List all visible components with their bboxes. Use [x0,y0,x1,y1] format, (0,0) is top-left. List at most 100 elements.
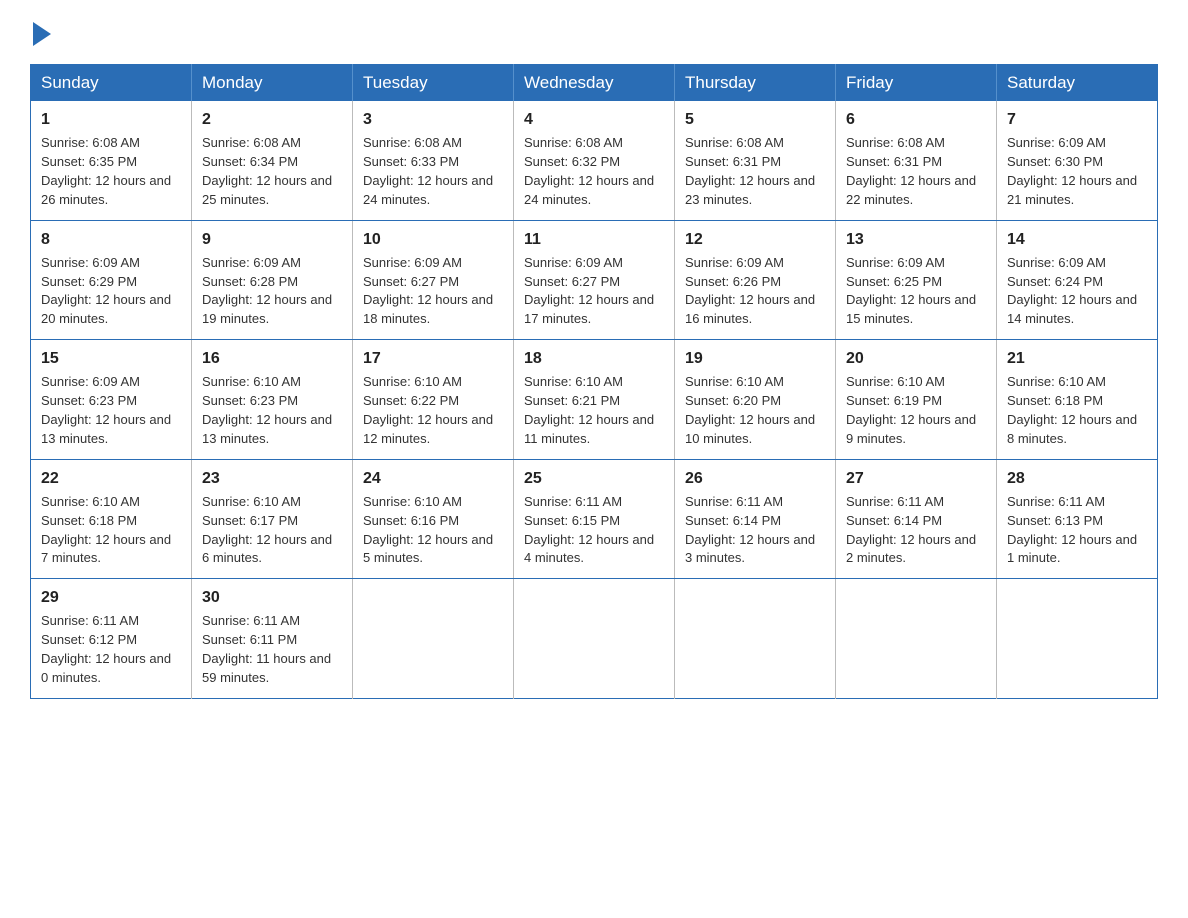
day-info: Sunrise: 6:10 AMSunset: 6:19 PMDaylight:… [846,374,976,446]
day-number: 27 [846,467,986,490]
day-number: 7 [1007,108,1147,131]
day-number: 2 [202,108,342,131]
day-info: Sunrise: 6:08 AMSunset: 6:35 PMDaylight:… [41,135,171,207]
day-number: 28 [1007,467,1147,490]
day-info: Sunrise: 6:09 AMSunset: 6:27 PMDaylight:… [363,255,493,327]
day-info: Sunrise: 6:10 AMSunset: 6:22 PMDaylight:… [363,374,493,446]
day-info: Sunrise: 6:10 AMSunset: 6:23 PMDaylight:… [202,374,332,446]
day-info: Sunrise: 6:08 AMSunset: 6:31 PMDaylight:… [685,135,815,207]
day-number: 18 [524,347,664,370]
header-friday: Friday [836,65,997,102]
header-monday: Monday [192,65,353,102]
calendar-table: SundayMondayTuesdayWednesdayThursdayFrid… [30,64,1158,699]
calendar-cell: 20 Sunrise: 6:10 AMSunset: 6:19 PMDaylig… [836,340,997,460]
day-info: Sunrise: 6:11 AMSunset: 6:13 PMDaylight:… [1007,494,1137,566]
day-info: Sunrise: 6:09 AMSunset: 6:29 PMDaylight:… [41,255,171,327]
header-thursday: Thursday [675,65,836,102]
day-number: 25 [524,467,664,490]
calendar-cell: 1 Sunrise: 6:08 AMSunset: 6:35 PMDayligh… [31,101,192,220]
calendar-cell: 18 Sunrise: 6:10 AMSunset: 6:21 PMDaylig… [514,340,675,460]
day-number: 14 [1007,228,1147,251]
calendar-cell: 12 Sunrise: 6:09 AMSunset: 6:26 PMDaylig… [675,220,836,340]
calendar-cell: 29 Sunrise: 6:11 AMSunset: 6:12 PMDaylig… [31,579,192,699]
calendar-header-row: SundayMondayTuesdayWednesdayThursdayFrid… [31,65,1158,102]
day-number: 20 [846,347,986,370]
day-number: 12 [685,228,825,251]
day-info: Sunrise: 6:10 AMSunset: 6:20 PMDaylight:… [685,374,815,446]
calendar-cell: 23 Sunrise: 6:10 AMSunset: 6:17 PMDaylig… [192,459,353,579]
calendar-cell [514,579,675,699]
logo [30,20,54,46]
calendar-cell: 22 Sunrise: 6:10 AMSunset: 6:18 PMDaylig… [31,459,192,579]
day-info: Sunrise: 6:11 AMSunset: 6:14 PMDaylight:… [685,494,815,566]
day-info: Sunrise: 6:09 AMSunset: 6:30 PMDaylight:… [1007,135,1137,207]
day-number: 3 [363,108,503,131]
day-info: Sunrise: 6:09 AMSunset: 6:27 PMDaylight:… [524,255,654,327]
day-number: 8 [41,228,181,251]
logo-arrow-icon [33,22,51,46]
day-number: 5 [685,108,825,131]
calendar-cell: 16 Sunrise: 6:10 AMSunset: 6:23 PMDaylig… [192,340,353,460]
day-info: Sunrise: 6:08 AMSunset: 6:34 PMDaylight:… [202,135,332,207]
calendar-cell: 28 Sunrise: 6:11 AMSunset: 6:13 PMDaylig… [997,459,1158,579]
page-header [30,20,1158,46]
day-info: Sunrise: 6:10 AMSunset: 6:16 PMDaylight:… [363,494,493,566]
header-saturday: Saturday [997,65,1158,102]
day-info: Sunrise: 6:08 AMSunset: 6:31 PMDaylight:… [846,135,976,207]
day-info: Sunrise: 6:11 AMSunset: 6:12 PMDaylight:… [41,613,171,685]
calendar-cell [675,579,836,699]
day-number: 19 [685,347,825,370]
calendar-week-row: 15 Sunrise: 6:09 AMSunset: 6:23 PMDaylig… [31,340,1158,460]
calendar-cell: 14 Sunrise: 6:09 AMSunset: 6:24 PMDaylig… [997,220,1158,340]
calendar-cell: 7 Sunrise: 6:09 AMSunset: 6:30 PMDayligh… [997,101,1158,220]
day-number: 1 [41,108,181,131]
day-info: Sunrise: 6:09 AMSunset: 6:25 PMDaylight:… [846,255,976,327]
calendar-cell: 10 Sunrise: 6:09 AMSunset: 6:27 PMDaylig… [353,220,514,340]
calendar-cell: 4 Sunrise: 6:08 AMSunset: 6:32 PMDayligh… [514,101,675,220]
calendar-cell [353,579,514,699]
calendar-cell: 17 Sunrise: 6:10 AMSunset: 6:22 PMDaylig… [353,340,514,460]
day-info: Sunrise: 6:09 AMSunset: 6:24 PMDaylight:… [1007,255,1137,327]
day-number: 22 [41,467,181,490]
calendar-cell: 8 Sunrise: 6:09 AMSunset: 6:29 PMDayligh… [31,220,192,340]
day-number: 16 [202,347,342,370]
day-number: 23 [202,467,342,490]
day-info: Sunrise: 6:11 AMSunset: 6:11 PMDaylight:… [202,613,331,685]
day-info: Sunrise: 6:10 AMSunset: 6:21 PMDaylight:… [524,374,654,446]
day-number: 13 [846,228,986,251]
calendar-cell: 21 Sunrise: 6:10 AMSunset: 6:18 PMDaylig… [997,340,1158,460]
header-wednesday: Wednesday [514,65,675,102]
day-info: Sunrise: 6:08 AMSunset: 6:32 PMDaylight:… [524,135,654,207]
calendar-week-row: 8 Sunrise: 6:09 AMSunset: 6:29 PMDayligh… [31,220,1158,340]
day-number: 9 [202,228,342,251]
calendar-cell: 30 Sunrise: 6:11 AMSunset: 6:11 PMDaylig… [192,579,353,699]
day-info: Sunrise: 6:10 AMSunset: 6:18 PMDaylight:… [41,494,171,566]
calendar-cell [836,579,997,699]
calendar-cell: 5 Sunrise: 6:08 AMSunset: 6:31 PMDayligh… [675,101,836,220]
calendar-cell: 13 Sunrise: 6:09 AMSunset: 6:25 PMDaylig… [836,220,997,340]
calendar-cell: 26 Sunrise: 6:11 AMSunset: 6:14 PMDaylig… [675,459,836,579]
calendar-cell: 25 Sunrise: 6:11 AMSunset: 6:15 PMDaylig… [514,459,675,579]
day-number: 29 [41,586,181,609]
day-info: Sunrise: 6:11 AMSunset: 6:15 PMDaylight:… [524,494,654,566]
day-info: Sunrise: 6:11 AMSunset: 6:14 PMDaylight:… [846,494,976,566]
day-info: Sunrise: 6:09 AMSunset: 6:26 PMDaylight:… [685,255,815,327]
day-number: 26 [685,467,825,490]
calendar-cell [997,579,1158,699]
calendar-cell: 27 Sunrise: 6:11 AMSunset: 6:14 PMDaylig… [836,459,997,579]
day-info: Sunrise: 6:09 AMSunset: 6:23 PMDaylight:… [41,374,171,446]
day-number: 10 [363,228,503,251]
day-info: Sunrise: 6:08 AMSunset: 6:33 PMDaylight:… [363,135,493,207]
day-number: 15 [41,347,181,370]
day-info: Sunrise: 6:10 AMSunset: 6:17 PMDaylight:… [202,494,332,566]
calendar-week-row: 22 Sunrise: 6:10 AMSunset: 6:18 PMDaylig… [31,459,1158,579]
header-sunday: Sunday [31,65,192,102]
day-number: 11 [524,228,664,251]
calendar-cell: 24 Sunrise: 6:10 AMSunset: 6:16 PMDaylig… [353,459,514,579]
calendar-cell: 6 Sunrise: 6:08 AMSunset: 6:31 PMDayligh… [836,101,997,220]
day-number: 6 [846,108,986,131]
calendar-cell: 3 Sunrise: 6:08 AMSunset: 6:33 PMDayligh… [353,101,514,220]
calendar-cell: 9 Sunrise: 6:09 AMSunset: 6:28 PMDayligh… [192,220,353,340]
calendar-cell: 11 Sunrise: 6:09 AMSunset: 6:27 PMDaylig… [514,220,675,340]
day-info: Sunrise: 6:10 AMSunset: 6:18 PMDaylight:… [1007,374,1137,446]
